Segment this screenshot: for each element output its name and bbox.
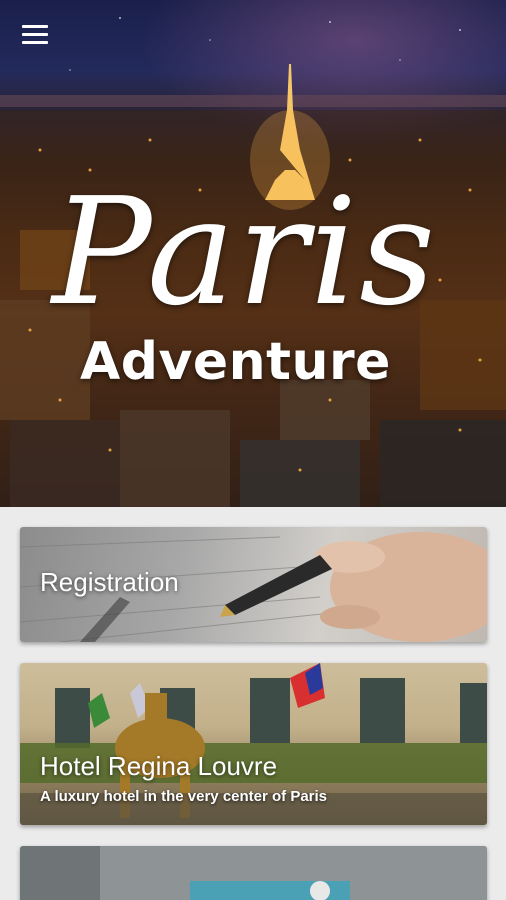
registration-title: Registration [40, 567, 179, 597]
street-card[interactable] [20, 846, 487, 900]
hamburger-menu-icon[interactable] [22, 25, 48, 45]
registration-card[interactable]: Registration [20, 527, 487, 642]
hotel-subtitle: A luxury hotel in the very center of Par… [40, 788, 328, 805]
hotel-regina-card[interactable]: Hotel Regina Louvre A luxury hotel in th… [20, 663, 487, 825]
hero-banner: Paris Adventure [0, 0, 506, 507]
hero-title-script: Paris [52, 166, 438, 338]
street-image [20, 846, 487, 900]
hero-title-bold: Adventure [80, 332, 391, 392]
hotel-title: Hotel Regina Louvre [40, 751, 278, 781]
